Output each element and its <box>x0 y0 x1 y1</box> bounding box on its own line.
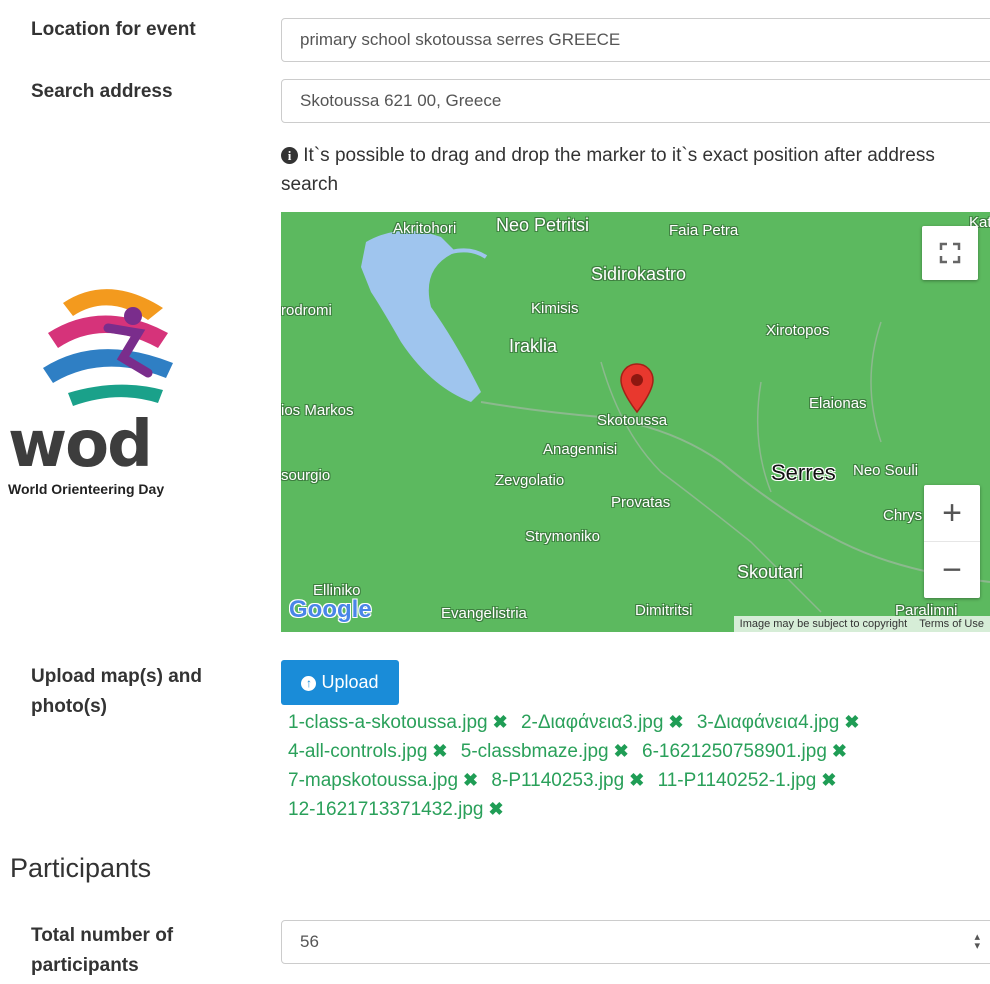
map-label-chrys: Chrys <box>883 507 923 524</box>
map-label-evangelistria: Evangelistria <box>441 605 527 622</box>
wod-wordmark: wod <box>8 408 153 482</box>
map-label-xirotopos: Xirotopos <box>766 322 830 339</box>
location-label: Location for event <box>31 19 196 40</box>
uploaded-file-link[interactable]: 3-Διαφάνεια4.jpg <box>697 712 839 733</box>
total-participants-label: Total number of participants <box>31 925 174 976</box>
participants-heading: Participants <box>10 853 152 883</box>
info-circle-icon: i <box>281 147 298 164</box>
total-participants-input[interactable]: 56 ▴ ▾ <box>281 920 990 964</box>
map-label-faia-petra: Faia Petra <box>669 222 739 239</box>
uploaded-file-item: 7-mapskotoussa.jpg ✖ <box>288 770 478 791</box>
hint-text: It`s possible to drag and drop the marke… <box>281 145 935 195</box>
drag-marker-hint: i It`s possible to drag and drop the mar… <box>281 141 971 199</box>
remove-file-icon[interactable]: ✖ <box>827 741 847 761</box>
uploaded-file-item: 11-P1140252-1.jpg ✖ <box>658 770 837 791</box>
uploaded-files-list: 1-class-a-skotoussa.jpg ✖ 2-Διαφάνεια3.j… <box>288 708 978 824</box>
location-input[interactable]: primary school skotoussa serres GREECE <box>281 18 990 62</box>
map-attribution: Image may be subject to copyright Terms … <box>733 616 990 632</box>
map-label-markos: ios Markos <box>281 402 354 419</box>
terms-of-use-link[interactable]: Terms of Use <box>919 618 984 630</box>
map-label-provatas: Provatas <box>611 494 671 511</box>
fullscreen-icon <box>939 242 961 264</box>
map-label-sourgio: sourgio <box>281 467 331 484</box>
uploaded-file-link[interactable]: 5-classbmaze.jpg <box>461 741 609 762</box>
uploaded-file-item: 3-Διαφάνεια4.jpg ✖ <box>697 712 860 733</box>
map-label-zevgolatio: Zevgolatio <box>495 472 565 489</box>
google-logo: Google <box>289 596 372 623</box>
upload-button[interactable]: ↑ Upload <box>281 660 399 705</box>
remove-file-icon[interactable]: ✖ <box>427 741 447 761</box>
map-label-neo-souli: Neo Souli <box>853 462 919 479</box>
upload-button-label: Upload <box>321 672 379 692</box>
map-label-iraklia: Iraklia <box>509 336 558 356</box>
uploaded-file-link[interactable]: 7-mapskotoussa.jpg <box>288 770 458 791</box>
uploaded-file-link[interactable]: 4-all-controls.jpg <box>288 741 427 762</box>
uploaded-file-item: 2-Διαφάνεια3.jpg ✖ <box>521 712 684 733</box>
uploaded-file-link[interactable]: 6-1621250758901.jpg <box>642 741 827 762</box>
zoom-out-button[interactable]: − <box>924 542 980 598</box>
zoom-controls: + − <box>924 485 980 598</box>
remove-file-icon[interactable]: ✖ <box>816 770 836 790</box>
remove-file-icon[interactable]: ✖ <box>839 712 859 732</box>
remove-file-icon[interactable]: ✖ <box>483 799 503 819</box>
number-spinner-icon[interactable]: ▴ ▾ <box>974 932 980 952</box>
map-label-elaionas: Elaionas <box>809 395 867 412</box>
uploaded-file-link[interactable]: 2-Διαφάνεια3.jpg <box>521 712 663 733</box>
map-label-rodromi: rodromi <box>281 302 332 319</box>
search-address-input[interactable]: Skotoussa 621 00, Greece <box>281 79 990 123</box>
remove-file-icon[interactable]: ✖ <box>624 770 644 790</box>
uploaded-file-item: 4-all-controls.jpg ✖ <box>288 741 448 762</box>
total-participants-value: 56 <box>300 932 319 951</box>
uploaded-file-link[interactable]: 1-class-a-skotoussa.jpg <box>288 712 488 733</box>
map-label-anagennisi: Anagennisi <box>543 441 618 458</box>
upload-circle-icon: ↑ <box>301 676 317 691</box>
uploaded-file-item: 5-classbmaze.jpg ✖ <box>461 741 629 762</box>
event-location-map[interactable]: Akritohori Neo Petritsi Faia Petra Kat S… <box>281 212 990 632</box>
remove-file-icon[interactable]: ✖ <box>663 712 683 732</box>
uploaded-file-link[interactable]: 11-P1140252-1.jpg <box>658 770 817 791</box>
search-address-label: Search address <box>31 81 173 102</box>
uploaded-file-item: 6-1621250758901.jpg ✖ <box>642 741 847 762</box>
uploaded-file-link[interactable]: 12-1621713371432.jpg <box>288 799 483 820</box>
uploaded-file-item: 1-class-a-skotoussa.jpg ✖ <box>288 712 508 733</box>
wod-caption: World Orienteering Day <box>8 481 165 497</box>
fullscreen-button[interactable] <box>922 226 978 280</box>
map-label-akritohori: Akritohori <box>393 220 457 237</box>
remove-file-icon[interactable]: ✖ <box>609 741 629 761</box>
map-marker-icon[interactable] <box>619 362 655 414</box>
map-label-serres: Serres <box>771 460 836 485</box>
uploaded-file-link[interactable]: 8-P1140253.jpg <box>491 770 624 791</box>
map-label-strymoniko: Strymoniko <box>525 528 601 545</box>
map-label-kimisis: Kimisis <box>531 300 579 317</box>
remove-file-icon[interactable]: ✖ <box>458 770 478 790</box>
upload-label: Upload map(s) and photo(s) <box>31 666 203 717</box>
map-label-sidirokastro: Sidirokastro <box>591 264 687 284</box>
copyright-text: Image may be subject to copyright <box>739 618 908 630</box>
uploaded-file-item: 8-P1140253.jpg ✖ <box>491 770 644 791</box>
map-label-skoutari: Skoutari <box>737 562 804 582</box>
map-label-dimitritsi: Dimitritsi <box>635 602 693 619</box>
wod-emblem-icon <box>43 289 173 406</box>
zoom-in-button[interactable]: + <box>924 485 980 542</box>
map-label-neo-petritsi: Neo Petritsi <box>496 215 590 235</box>
wod-logo: wod World Orienteering Day <box>8 278 208 508</box>
remove-file-icon[interactable]: ✖ <box>488 712 508 732</box>
map-label-skotoussa: Skotoussa <box>597 412 668 429</box>
uploaded-file-item: 12-1621713371432.jpg ✖ <box>288 799 504 820</box>
